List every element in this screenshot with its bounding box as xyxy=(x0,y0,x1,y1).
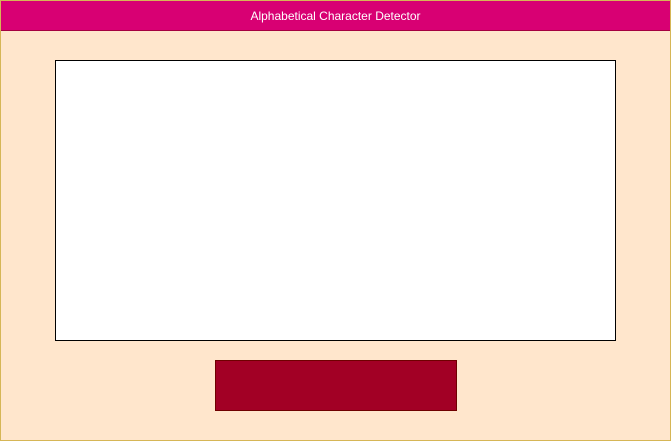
detect-button[interactable] xyxy=(215,360,457,411)
drawing-canvas[interactable] xyxy=(55,60,616,341)
app-window: Alphabetical Character Detector xyxy=(0,0,671,441)
title-bar: Alphabetical Character Detector xyxy=(1,1,670,31)
app-title: Alphabetical Character Detector xyxy=(250,8,421,23)
